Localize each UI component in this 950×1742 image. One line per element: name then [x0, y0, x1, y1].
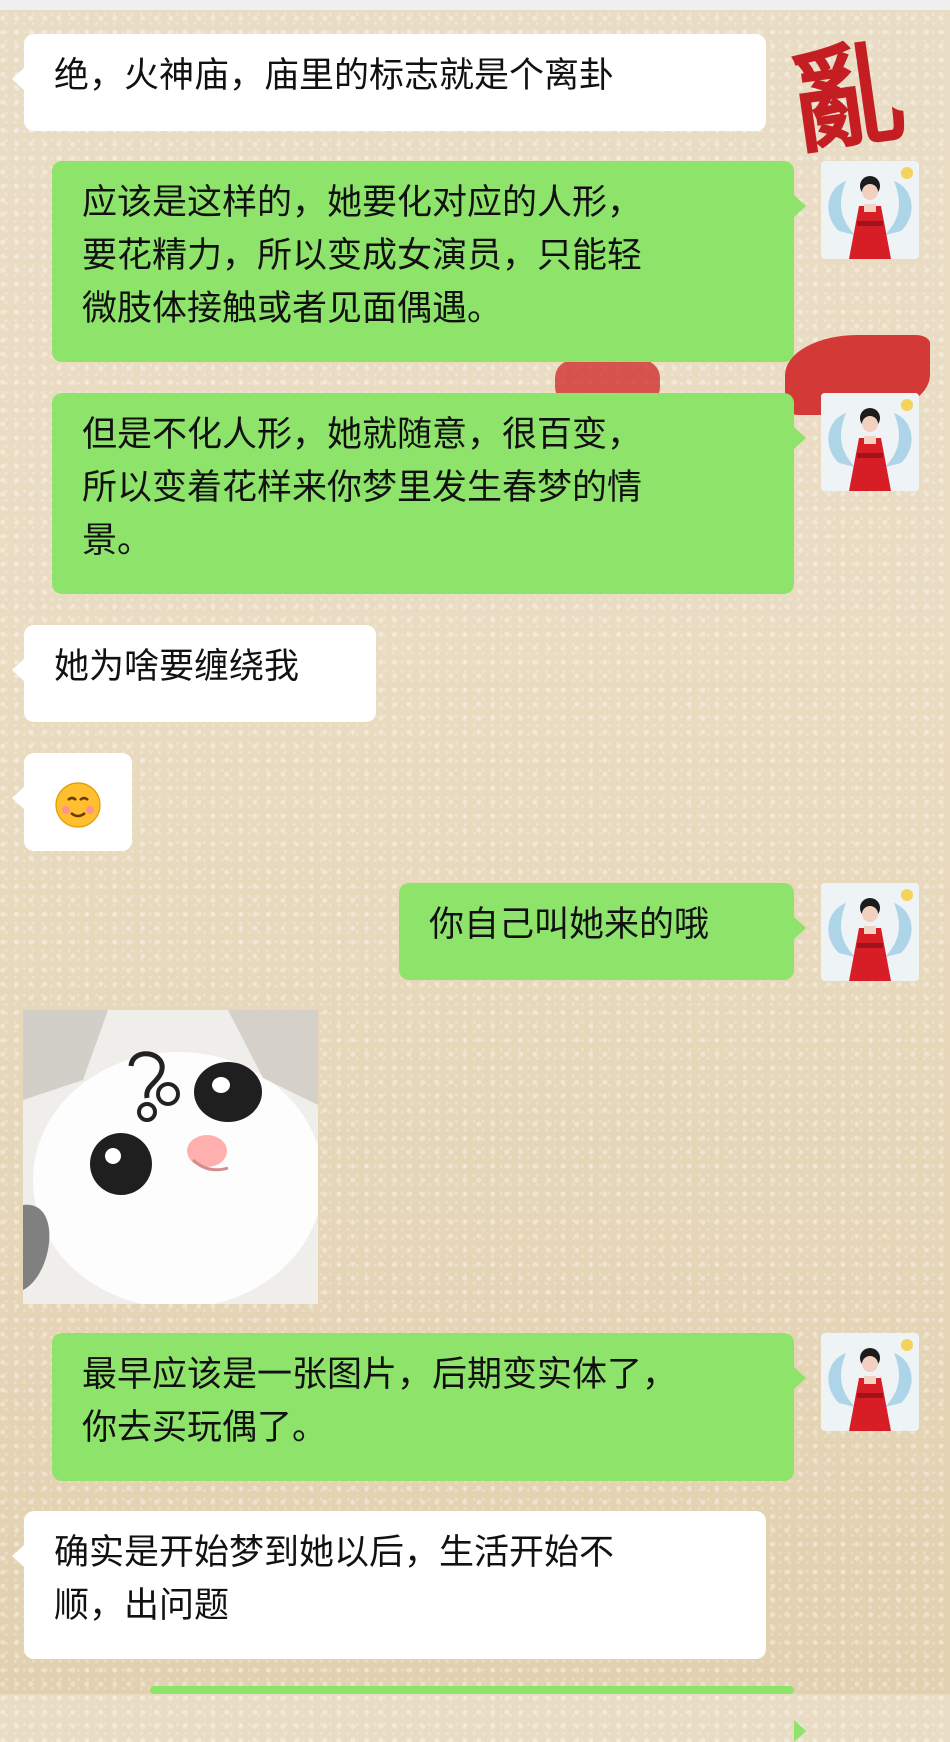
- avatar[interactable]: [821, 883, 919, 981]
- avatar-red-dress-icon: [821, 1333, 919, 1431]
- outgoing-message[interactable]: 应该是这样的，她要化对应的人形， 要花精力，所以变成女演员，只能轻 微肢体接触或…: [52, 161, 806, 362]
- emoji-message[interactable]: [12, 753, 132, 851]
- cat-question-icon: [23, 1010, 318, 1304]
- incoming-message[interactable]: 她为啥要缠绕我: [12, 625, 376, 722]
- cat-question-sticker[interactable]: [23, 1010, 318, 1304]
- outgoing-message-partial[interactable]: [150, 1686, 806, 1742]
- outgoing-message[interactable]: 你自己叫她来的哦: [399, 883, 806, 980]
- avatar-red-dress-icon: [821, 161, 919, 259]
- red-calligraphy-decoration: 亂: [782, 25, 912, 172]
- outgoing-message[interactable]: 最早应该是一张图片，后期变实体了， 你去买玩偶了。: [52, 1333, 806, 1481]
- incoming-message[interactable]: 确实是开始梦到她以后，生活开始不 顺，出问题: [12, 1511, 766, 1659]
- smiling-face-emoji: [55, 782, 101, 828]
- avatar-red-dress-icon: [821, 883, 919, 981]
- avatar[interactable]: [821, 1333, 919, 1431]
- incoming-message[interactable]: 绝，火神庙，庙里的标志就是个离卦: [12, 34, 766, 131]
- outgoing-message[interactable]: 但是不化人形，她就随意，很百变， 所以变着花样来你梦里发生春梦的情 景。: [52, 393, 806, 594]
- avatar[interactable]: [821, 161, 919, 259]
- top-bar: [0, 0, 950, 10]
- avatar[interactable]: [821, 393, 919, 491]
- avatar-red-dress-icon: [821, 393, 919, 491]
